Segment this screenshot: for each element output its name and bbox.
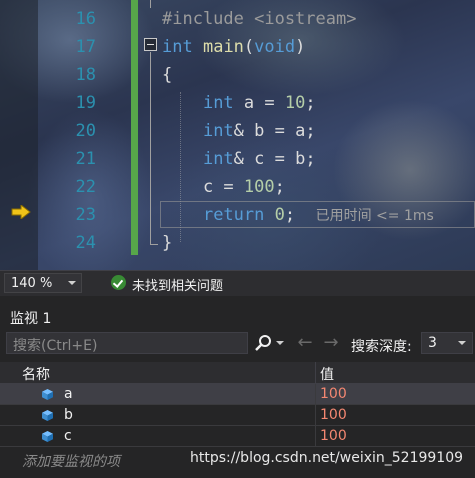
code-token: & c = b; (233, 149, 316, 169)
watch-row[interactable]: a 100 (0, 384, 475, 405)
code-token: void (254, 37, 296, 57)
code-token: return (202, 205, 265, 225)
add-watch-placeholder[interactable]: 添加要监视的项 (22, 451, 120, 471)
code-editor[interactable]: 16 17 18 19 20 21 22 23 24 #include <iostream> in… (0, 0, 475, 270)
column-divider (315, 384, 316, 405)
code-line[interactable]: int& c = b; (162, 145, 316, 173)
column-divider (315, 426, 316, 447)
code-token: int (202, 149, 234, 169)
line-number: 21 (75, 149, 96, 169)
search-input[interactable]: 搜索(Ctrl+E) (6, 332, 248, 354)
watch-item-value[interactable]: 100 (320, 407, 347, 423)
watch-toolbar: 搜索(Ctrl+E) ← → 搜索深度: 3 (0, 330, 475, 358)
column-divider[interactable] (315, 362, 316, 384)
zoom-dropdown[interactable]: 140 % (4, 273, 82, 293)
code-line[interactable]: int main(void) (162, 33, 305, 61)
watch-item-name[interactable]: a (64, 386, 73, 402)
zoom-value: 140 % (11, 276, 53, 291)
editor-status-bar: 140 % 未找到相关问题 (0, 270, 475, 296)
column-header-value[interactable]: 值 (320, 364, 334, 384)
code-line[interactable]: return 0; 已用时间 <= 1ms (162, 201, 434, 229)
code-token: ; (305, 93, 316, 113)
line-number: 19 (75, 93, 96, 113)
variable-cube-icon (42, 410, 53, 421)
execution-arrow-icon (11, 205, 31, 219)
watch-grid-header: 名称 值 (0, 362, 475, 384)
fold-guide (150, 0, 151, 8)
code-token: main (202, 37, 244, 57)
search-depth-dropdown[interactable]: 3 (421, 332, 473, 354)
search-depth-label: 搜索深度: (351, 339, 412, 355)
line-number: 23 (75, 205, 96, 225)
code-token: a = (233, 93, 285, 113)
watermark-text: https://blog.csdn.net/weixin_52199109 (190, 450, 464, 466)
line-number: 24 (75, 233, 96, 253)
code-token: 100 (243, 177, 275, 197)
watch-row[interactable]: c 100 (0, 426, 475, 447)
collapse-minus-icon[interactable] (144, 38, 157, 51)
code-line[interactable]: } (162, 229, 172, 257)
watch-item-value[interactable]: 100 (320, 386, 347, 402)
code-token: ( (243, 37, 255, 57)
code-line[interactable]: c = 100; (162, 173, 285, 201)
watch-row[interactable]: b 100 (0, 405, 475, 426)
chevron-down-icon (458, 341, 466, 345)
change-tracking-bar (131, 0, 138, 255)
search-button[interactable] (250, 333, 288, 353)
fold-guide-end (150, 244, 158, 245)
code-token: int (162, 37, 193, 57)
line-number: 17 (75, 37, 96, 57)
code-token: #include <iostream> (162, 9, 357, 29)
line-number-gutter: 16 17 18 19 20 21 22 23 24 (38, 0, 96, 270)
issues-status-text[interactable]: 未找到相关问题 (132, 275, 223, 294)
watch-item-name[interactable]: c (64, 428, 72, 444)
elapsed-time-hint: 已用时间 <= 1ms (315, 208, 434, 224)
code-token: int (202, 121, 234, 141)
fold-guide (150, 52, 151, 245)
chevron-down-icon (68, 281, 76, 285)
code-token: 0 (274, 205, 285, 225)
watch-panel: 监视 1 搜索(Ctrl+E) ← → 搜索深度: 3 名称 值 a 100 b… (0, 296, 475, 478)
code-token: c = (162, 177, 244, 197)
check-circle-icon (111, 275, 126, 290)
code-token: 10 (284, 93, 306, 113)
code-line[interactable]: int& b = a; (162, 117, 316, 145)
line-number: 18 (75, 65, 96, 85)
search-depth-value: 3 (428, 335, 437, 351)
glyph-margin[interactable] (0, 0, 38, 270)
line-number: 22 (75, 177, 96, 197)
code-token: & b = a; (233, 121, 316, 141)
code-token: ; (274, 177, 285, 197)
code-token: ; (284, 205, 316, 225)
panel-title: 监视 1 (10, 311, 52, 327)
variable-cube-icon (42, 431, 53, 442)
watch-item-value[interactable]: 100 (320, 428, 347, 444)
code-line[interactable]: #include <iostream> (162, 5, 356, 33)
code-line[interactable]: int a = 10; (162, 89, 316, 117)
code-token: ) (295, 37, 306, 57)
chevron-down-icon (276, 341, 284, 345)
ide-window: 16 17 18 19 20 21 22 23 24 #include <iostream> in… (0, 0, 475, 478)
column-divider (315, 405, 316, 426)
search-next-button[interactable]: → (320, 333, 342, 353)
code-token: int (202, 93, 234, 113)
search-previous-button[interactable]: ← (294, 333, 316, 353)
search-icon (255, 335, 271, 351)
code-line[interactable]: { (162, 61, 172, 89)
watch-item-name[interactable]: b (64, 407, 73, 423)
column-header-name[interactable]: 名称 (22, 364, 50, 384)
code-token: } (162, 233, 173, 253)
line-number: 16 (75, 9, 96, 29)
variable-cube-icon (42, 389, 53, 400)
line-number: 20 (75, 121, 96, 141)
code-token: { (162, 65, 173, 85)
